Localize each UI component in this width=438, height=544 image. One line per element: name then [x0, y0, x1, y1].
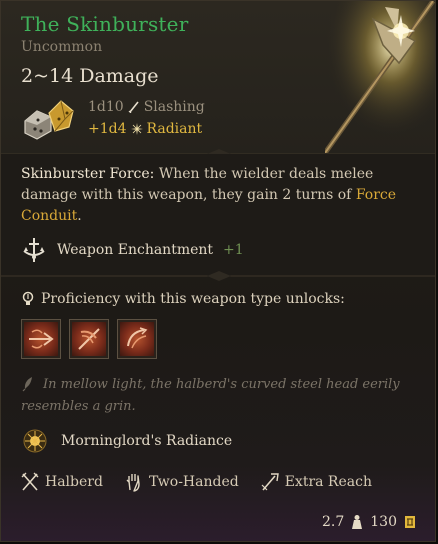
- radiant-icon: [130, 123, 143, 135]
- property-extra-reach[interactable]: Extra Reach: [261, 472, 372, 492]
- slashing-icon: [128, 101, 139, 113]
- weapon-action-3[interactable]: [117, 319, 157, 359]
- dice-icon: [24, 100, 74, 140]
- item-footer: 2.7 130: [322, 514, 417, 530]
- passive-row[interactable]: Morninglord's Radiance: [23, 429, 232, 453]
- base-damage-dice: 1d10: [88, 99, 124, 115]
- weight-icon: [352, 515, 363, 529]
- enchantment-value: +1: [223, 242, 244, 258]
- item-name: The Skinburster: [21, 12, 189, 36]
- proficiency-label: Proficiency with this weapon type unlock…: [41, 291, 345, 307]
- crossed-weapons-icon: [21, 472, 39, 491]
- passive-label: Morninglord's Radiance: [61, 433, 233, 449]
- weapon-actions: [21, 319, 157, 359]
- description-text-2: .: [77, 208, 82, 224]
- weapon-properties: Halberd Two-Handed Extra Reach: [21, 472, 394, 492]
- item-value: 130: [370, 514, 397, 530]
- cleave-action-icon: [78, 328, 100, 350]
- enchantment-icon: [23, 238, 45, 262]
- item-rarity: Uncommon: [21, 39, 103, 55]
- topple-action-icon: [127, 327, 148, 349]
- enchantment-row: Weapon Enchantment +1: [21, 237, 244, 263]
- hand-icon: [126, 474, 140, 492]
- proficiency-row: Proficiency with this weapon type unlock…: [21, 291, 345, 307]
- item-weight: 2.7: [322, 514, 345, 530]
- bonus-damage-line: +1d4 Radiant: [88, 121, 202, 137]
- quill-icon: [22, 377, 32, 392]
- lightbulb-icon: [22, 291, 34, 305]
- weapon-action-2[interactable]: [69, 319, 109, 359]
- property-label-two-handed: Two-Handed: [148, 474, 239, 490]
- section-divider: [1, 271, 435, 281]
- gold-coin-icon: [405, 516, 415, 528]
- weapon-action-1[interactable]: [21, 319, 61, 359]
- base-damage-line: 1d10 Slashing: [88, 99, 205, 115]
- base-damage-type: Slashing: [143, 99, 205, 115]
- lacerate-action-icon: [29, 329, 54, 349]
- property-label-halberd: Halberd: [45, 474, 103, 490]
- item-description: Skinburster Force: When the wielder deal…: [21, 164, 421, 227]
- damage-total: 2~14 Damage: [21, 65, 159, 87]
- item-tooltip: The Skinburster Uncommon 2~14 Damage 1d1…: [0, 0, 436, 542]
- description-label: Skinburster Force:: [21, 166, 155, 182]
- enchantment-label: Weapon Enchantment: [57, 242, 214, 258]
- bonus-damage-dice: +1d4: [88, 121, 127, 137]
- flavor-text-row: In mellow light, the halberd's curved st…: [21, 374, 421, 418]
- property-label-extra-reach: Extra Reach: [284, 474, 372, 490]
- halberd-artwork: [325, 1, 435, 153]
- bonus-damage-type: Radiant: [146, 121, 203, 137]
- sun-radiance-icon: [23, 429, 47, 453]
- property-two-handed[interactable]: Two-Handed: [125, 472, 239, 492]
- flavor-text: In mellow light, the halberd's curved st…: [21, 377, 400, 414]
- property-halberd[interactable]: Halberd: [21, 472, 103, 492]
- reach-icon: [261, 473, 279, 491]
